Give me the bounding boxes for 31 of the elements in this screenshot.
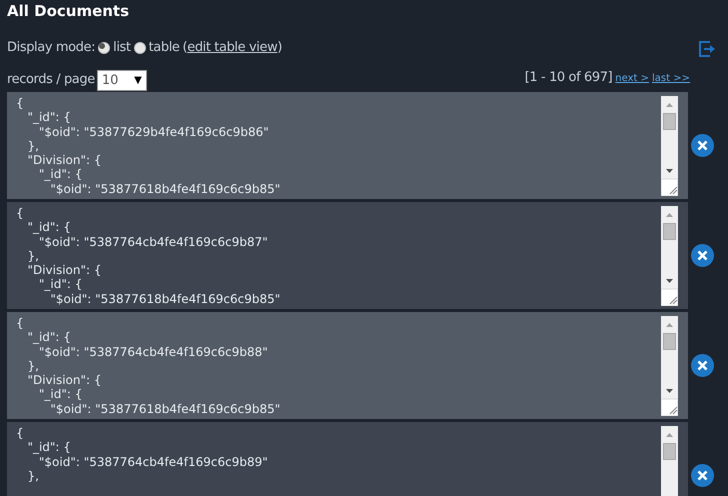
json-text-area[interactable]: { "_id": { "$oid": "5387764cb4fe4f169c6c9b87" }, "Division": { "_id": { "$oid": "53877618b4fe4f169c6c9b85" [7,202,688,309]
record-range: [1 - 10 of 697] [524,68,612,86]
page-title: All Documents [7,1,130,21]
scrollbar-drawing[interactable] [661,206,678,306]
delete-icon[interactable] [691,244,714,267]
json-text-area[interactable]: { "_id": { "$oid": "5387764cb4fe4f169c6c9b89" }, [7,422,688,496]
delete-icon[interactable] [691,354,714,377]
edit-table-view-link[interactable]: edit table view [187,38,278,58]
json-text: { "_id": { "$oid": "5387764cb4fe4f169c6c9b89" }, [15,425,269,485]
radio-button[interactable] [98,42,110,54]
logout-icon[interactable] [698,40,716,58]
scrollbar-drawing[interactable] [661,316,678,416]
json-text: { "_id": { "$oid": "5387764cb4fe4f169c6c9b88" }, "Division": { "_id": { "$oid": "53877618b4fe4f169c6c9b85" [15,315,282,418]
next-link[interactable]: next > [615,70,650,86]
last-link[interactable]: last >> [652,70,690,86]
scrollbar-drawing[interactable] [661,426,678,496]
radio-label: list [113,39,131,58]
radio-label: table [148,39,180,58]
parenthesis: ) [277,39,282,58]
json-text-area[interactable]: { "_id": { "$oid": "5387764cb4fe4f169c6c9b88" }, "Division": { "_id": { "$oid": "53877618b4fe4f169c6c9b85" [7,312,688,419]
display-mode-label: Display mode: [7,39,96,58]
records-per-page-select[interactable]: 10 ▼ [96,70,147,91]
delete-icon[interactable] [691,134,714,157]
json-text: { "_id": { "$oid": "53877629b4fe4f169c6c9b86" }, "Division": { "_id": { "$oid": "53877618b4fe4f169c6c9b85" [15,95,282,198]
json-text: { "_id": { "$oid": "5387764cb4fe4f169c6c9b87" }, "Division": { "_id": { "$oid": "53877618b4fe4f169c6c9b85" [15,205,282,308]
delete-icon[interactable] [691,464,714,487]
records-per-page-label: records / page [7,70,95,88]
parenthesis: ( [182,39,188,58]
json-text-area[interactable]: { "_id": { "$oid": "53877629b4fe4f169c6c9b86" }, "Division": { "_id": { "$oid": "53877618b4fe4f169c6c9b85" [7,92,688,199]
scrollbar-drawing[interactable] [661,96,678,196]
radio-button[interactable] [134,42,146,54]
